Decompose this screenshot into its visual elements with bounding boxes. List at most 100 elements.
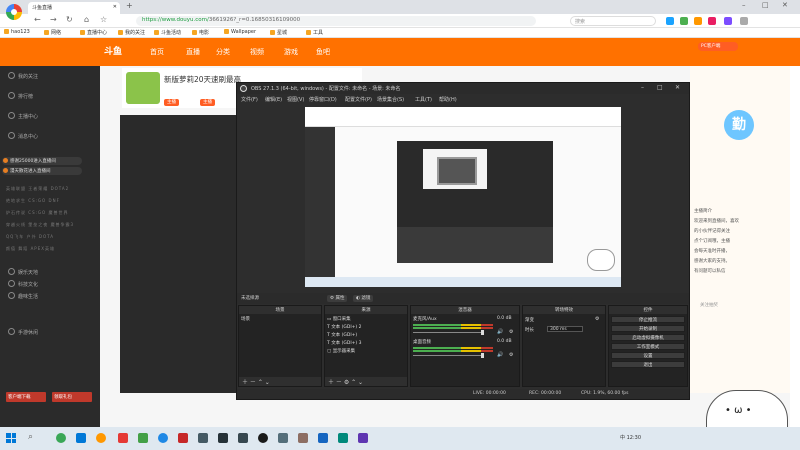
source-item[interactable]: ▢ 显示器采集 bbox=[327, 348, 355, 354]
app-icon[interactable] bbox=[218, 433, 228, 443]
nav-yuba[interactable]: 鱼吧 bbox=[316, 47, 330, 57]
stream-title[interactable]: 新版萝莉20天速刷最高 bbox=[164, 74, 241, 85]
search-icon[interactable]: ⌕ bbox=[28, 432, 33, 442]
menu-tools[interactable]: 工具(T) bbox=[415, 96, 432, 103]
gear-icon[interactable]: ⚙ bbox=[595, 316, 599, 322]
app-icon[interactable] bbox=[118, 433, 128, 443]
bookmark[interactable]: 工具 bbox=[306, 29, 323, 36]
sidebar-category-row[interactable]: 穿越火线 堡垒之夜 魔兽争霸3 bbox=[6, 222, 74, 228]
app-icon[interactable] bbox=[238, 433, 248, 443]
bookmark[interactable]: 直播中心 bbox=[80, 29, 107, 36]
reload-icon[interactable]: ↻ bbox=[66, 15, 73, 24]
close-window-icon[interactable]: ✕ bbox=[782, 1, 788, 9]
nav-home[interactable]: 首页 bbox=[150, 47, 164, 57]
volume-slider[interactable] bbox=[413, 355, 483, 356]
menu-icon[interactable] bbox=[740, 17, 748, 25]
sidebar-item-messages[interactable]: 消息中心 bbox=[8, 132, 38, 140]
app-icon[interactable] bbox=[278, 433, 288, 443]
sidebar-category-row[interactable]: 炉石传说 CS:GO 魔兽世界 bbox=[6, 210, 69, 216]
bookmark[interactable]: Wallpaper bbox=[224, 29, 256, 35]
bookmark[interactable]: 电影 bbox=[192, 29, 209, 36]
app-icon[interactable] bbox=[96, 433, 106, 443]
menu-help[interactable]: 帮助(H) bbox=[439, 96, 457, 103]
sidebar-section-entertainment[interactable]: 娱乐天地 bbox=[8, 268, 38, 276]
filters-button[interactable]: ◐ 滤镜 bbox=[353, 295, 374, 302]
menu-scene-collection[interactable]: 场景集合(S) bbox=[377, 96, 404, 103]
duration-input[interactable]: 300 ms bbox=[547, 326, 583, 332]
exit-button[interactable]: 退出 bbox=[611, 361, 685, 368]
nav-category[interactable]: 分类 bbox=[216, 47, 230, 57]
nav-video[interactable]: 视频 bbox=[250, 47, 264, 57]
sidebar-item-follow[interactable]: 我的关注 bbox=[8, 72, 38, 80]
properties-button[interactable]: ⚙ 属性 bbox=[327, 295, 348, 302]
app-icon[interactable] bbox=[298, 433, 308, 443]
bookmark[interactable]: 网络 bbox=[44, 29, 61, 36]
source-item[interactable]: T 文本 (GDI+) 2 bbox=[327, 324, 361, 330]
forward-icon[interactable]: → bbox=[50, 15, 57, 24]
windows-start-icon[interactable] bbox=[6, 433, 16, 443]
extension-icon[interactable] bbox=[724, 17, 732, 25]
extension-icon[interactable] bbox=[708, 17, 716, 25]
sidebar-category-row[interactable]: QQ飞车 户外 DOTA bbox=[6, 234, 54, 240]
gear-icon[interactable]: ⚙ bbox=[509, 352, 513, 358]
sidebar-section-tech[interactable]: 科技文化 bbox=[8, 280, 38, 288]
app-icon[interactable] bbox=[158, 433, 168, 443]
client-download-button[interactable]: 客户端下载 bbox=[6, 392, 46, 402]
nav-live[interactable]: 直播 bbox=[186, 47, 200, 57]
settings-button[interactable]: 设置 bbox=[611, 352, 685, 359]
app-icon[interactable] bbox=[318, 433, 328, 443]
menu-file[interactable]: 文件(F) bbox=[241, 96, 258, 103]
extension-icon[interactable] bbox=[694, 17, 702, 25]
volume-knob[interactable] bbox=[481, 353, 484, 358]
app-icon[interactable] bbox=[338, 433, 348, 443]
back-icon[interactable]: ← bbox=[34, 15, 41, 24]
scene-item[interactable]: 场景 bbox=[241, 316, 319, 323]
speaker-icon[interactable]: 🔊 bbox=[497, 329, 503, 335]
app-icon[interactable] bbox=[56, 433, 66, 443]
virtual-camera-button[interactable]: 启动虚拟摄像机 bbox=[611, 334, 685, 341]
obs-minimize-icon[interactable]: – bbox=[641, 84, 644, 91]
bookmark[interactable]: 我的关注 bbox=[118, 29, 145, 36]
start-recording-button[interactable]: 开始录制 bbox=[611, 325, 685, 332]
lottery-label[interactable]: 关注抽奖 bbox=[700, 302, 778, 310]
close-tab-icon[interactable]: ✕ bbox=[113, 4, 117, 10]
browser-tab[interactable]: 斗鱼直播 ✕ bbox=[28, 2, 120, 14]
sidebar-item-anchor[interactable]: 主播中心 bbox=[8, 112, 38, 120]
menu-profile[interactable]: 配置文件(P) bbox=[345, 96, 372, 103]
scenes-dock-toolbar[interactable]: ＋ － ⌃ ⌄ bbox=[239, 377, 321, 386]
obs-preview[interactable] bbox=[305, 107, 621, 287]
obs-close-icon[interactable]: ✕ bbox=[675, 84, 680, 91]
volume-knob[interactable] bbox=[481, 330, 484, 335]
extension-icon[interactable] bbox=[666, 17, 674, 25]
nav-games[interactable]: 游戏 bbox=[284, 47, 298, 57]
home-icon[interactable]: ⌂ bbox=[84, 15, 89, 24]
sidebar-category-row[interactable]: 英雄联盟 王者荣耀 DOTA2 bbox=[6, 186, 69, 192]
speaker-icon[interactable]: 🔊 bbox=[497, 352, 503, 358]
bookmark[interactable]: hao123 bbox=[4, 29, 30, 35]
new-tab-icon[interactable]: + bbox=[126, 1, 133, 10]
source-item[interactable]: ▭ 窗口采集 bbox=[327, 316, 351, 322]
minimize-icon[interactable]: – bbox=[742, 1, 746, 9]
star-icon[interactable]: ☆ bbox=[100, 15, 107, 24]
app-icon[interactable] bbox=[138, 433, 148, 443]
sidebar-category-row[interactable]: 绝地求生 CS:GO DNF bbox=[6, 198, 60, 204]
system-tray[interactable]: 中 12:30 bbox=[620, 434, 641, 441]
volume-slider[interactable] bbox=[413, 332, 483, 333]
extension-icon[interactable] bbox=[680, 17, 688, 25]
sidebar-item-rank[interactable]: 排行榜 bbox=[8, 92, 33, 100]
source-item[interactable]: T 文本 (GDI+) bbox=[327, 332, 357, 338]
transition-type[interactable]: 渐变 bbox=[525, 317, 534, 323]
menu-view[interactable]: 视图(V) bbox=[287, 96, 304, 103]
stop-streaming-button[interactable]: 停止推流 bbox=[611, 316, 685, 323]
menu-docks[interactable]: 停靠窗口(D) bbox=[309, 96, 337, 103]
sidebar-category-row[interactable]: 颜值 舞蹈 APEX英雄 bbox=[6, 246, 55, 252]
sources-dock-toolbar[interactable]: ＋ － ⚙ ⌃ ⌄ bbox=[325, 377, 407, 386]
search-input[interactable]: 搜索 bbox=[570, 16, 656, 26]
maximize-icon[interactable]: □ bbox=[762, 1, 769, 9]
studio-mode-button[interactable]: 工作室模式 bbox=[611, 343, 685, 350]
menu-edit[interactable]: 编辑(E) bbox=[265, 96, 282, 103]
gear-icon[interactable]: ⚙ bbox=[509, 329, 513, 335]
app-icon[interactable] bbox=[76, 433, 86, 443]
app-icon[interactable] bbox=[358, 433, 368, 443]
pc-client-badge[interactable]: PC客户端 bbox=[698, 42, 738, 51]
